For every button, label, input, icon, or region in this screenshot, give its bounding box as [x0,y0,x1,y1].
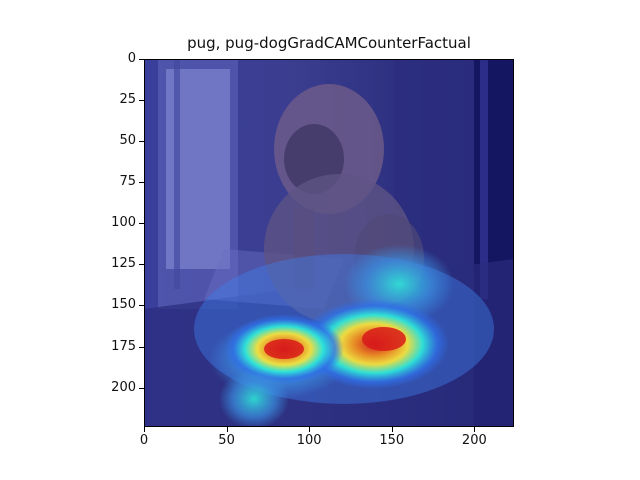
y-tick-label: 150 [111,297,136,313]
y-tick-mark [139,346,144,348]
y-tick-mark [139,59,144,60]
y-tick-label: 100 [111,215,136,231]
y-tick-label: 200 [111,379,136,395]
x-tick-label: 150 [379,433,405,448]
y-tick-mark [139,223,144,225]
y-tick-mark [139,305,144,307]
figure: pug, pug-dogGradCAMCounterFactual 0 25 5… [0,0,640,480]
plot-title: pug, pug-dogGradCAMCounterFactual [187,34,471,52]
x-tick-label: 0 [139,433,149,448]
y-tick-mark [139,264,144,266]
y-tick-mark [139,100,144,102]
y-tick-label: 75 [119,174,136,190]
y-tick-mark [139,141,144,143]
y-tick-label: 175 [111,338,136,354]
y-tick-label: 50 [119,133,136,149]
x-tick-label: 200 [461,433,487,448]
y-tick-mark [139,182,144,184]
x-tick-mark [309,427,311,432]
x-tick-mark [226,427,228,432]
y-tick-mark [139,387,144,389]
gradcam-overlay-image [144,59,514,427]
y-tick-label: 125 [111,256,136,272]
x-tick-mark [474,427,476,432]
y-tick-label: 0 [127,51,136,66]
y-tick-label: 25 [119,92,136,108]
x-tick-label: 50 [218,433,235,448]
x-tick-mark [391,427,393,432]
x-tick-label: 100 [296,433,322,448]
x-tick-mark [144,427,145,432]
